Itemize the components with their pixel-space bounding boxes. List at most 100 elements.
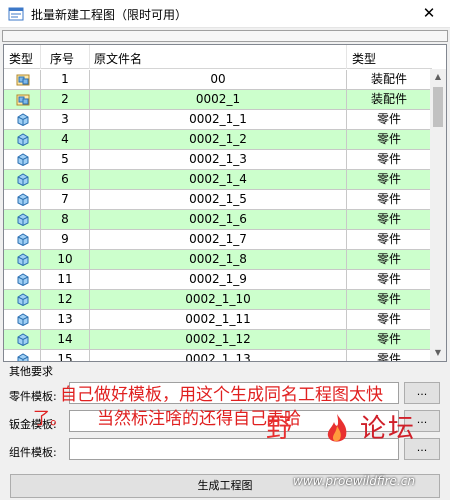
watermark-url: www.proewildfire.cn xyxy=(293,474,415,488)
row-type: 零件 xyxy=(376,312,401,326)
row-filename: 0002_1_4 xyxy=(189,172,247,186)
table-row[interactable]: 1 00 装配件 xyxy=(4,70,432,90)
part-icon xyxy=(17,153,29,166)
row-type: 零件 xyxy=(376,352,401,362)
table-row[interactable]: 5 0002_1_3 零件 xyxy=(4,150,432,170)
part-template-browse-button[interactable]: ... xyxy=(404,382,440,404)
scroll-up-icon[interactable]: ▲ xyxy=(430,69,446,85)
row-index: 13 xyxy=(57,312,73,326)
row-type-cell xyxy=(4,210,40,229)
part-icon xyxy=(17,313,29,326)
table-row[interactable]: 11 0002_1_9 零件 xyxy=(4,270,432,290)
row-index: 8 xyxy=(61,212,69,226)
row-index: 9 xyxy=(61,232,69,246)
assembly-icon xyxy=(16,74,30,86)
table-row[interactable]: 6 0002_1_4 零件 xyxy=(4,170,432,190)
annotation-line-2a: 了。 xyxy=(33,409,67,429)
row-index: 7 xyxy=(61,192,69,206)
vertical-scrollbar[interactable]: ▲ ▼ xyxy=(430,69,446,361)
row-type-cell xyxy=(4,90,40,109)
group-title: 其他要求 xyxy=(9,365,53,378)
close-button[interactable]: ✕ xyxy=(408,0,450,28)
table-body: 1 00 装配件 2 0002_1 装配件 3 0002_1_1 零件 4 0002_1_2 零件 5 0… xyxy=(4,70,432,362)
row-type-cell xyxy=(4,170,40,189)
row-type: 零件 xyxy=(376,152,401,166)
component-template-label: 组件模板: xyxy=(9,446,57,459)
row-type-cell xyxy=(4,190,40,209)
row-filename: 0002_1_3 xyxy=(189,152,247,166)
col-header-index[interactable]: 序号 xyxy=(50,50,74,67)
part-icon xyxy=(17,233,29,246)
row-type-cell xyxy=(4,130,40,149)
row-filename: 0002_1_11 xyxy=(185,312,251,326)
watermark-text-left: 野 xyxy=(266,414,295,444)
row-index: 1 xyxy=(61,72,69,86)
table-row[interactable]: 3 0002_1_1 零件 xyxy=(4,110,432,130)
assembly-icon xyxy=(16,94,30,106)
row-type-cell xyxy=(4,350,40,361)
part-template-label: 零件模板: xyxy=(9,390,57,403)
row-type-cell xyxy=(4,110,40,129)
row-type-cell xyxy=(4,230,40,249)
part-icon xyxy=(17,133,29,146)
col-header-type[interactable]: 类型 xyxy=(352,50,376,67)
row-index: 3 xyxy=(61,112,69,126)
row-index: 6 xyxy=(61,172,69,186)
scroll-thumb[interactable] xyxy=(433,87,443,127)
table-row[interactable]: 10 0002_1_8 零件 xyxy=(4,250,432,270)
row-type: 装配件 xyxy=(370,92,407,106)
table-row[interactable]: 15 0002_1_13 零件 xyxy=(4,350,432,362)
row-type: 零件 xyxy=(376,132,401,146)
row-type: 零件 xyxy=(376,212,401,226)
part-icon xyxy=(17,113,29,126)
row-type: 零件 xyxy=(376,272,401,286)
table-row[interactable]: 2 0002_1 装配件 xyxy=(4,90,432,110)
table-row[interactable]: 9 0002_1_7 零件 xyxy=(4,230,432,250)
title-bar: 批量新建工程图（限时可用） ✕ xyxy=(0,0,450,28)
row-filename: 0002_1_1 xyxy=(189,112,247,126)
row-type-cell xyxy=(4,250,40,269)
part-icon xyxy=(17,253,29,266)
app-icon xyxy=(8,7,24,21)
row-type-cell xyxy=(4,330,40,349)
table-row[interactable]: 14 0002_1_12 零件 xyxy=(4,330,432,350)
window-title: 批量新建工程图（限时可用） xyxy=(31,8,188,22)
row-index: 5 xyxy=(61,152,69,166)
row-type: 零件 xyxy=(376,192,401,206)
row-filename: 0002_1_8 xyxy=(189,252,247,266)
scroll-down-icon[interactable]: ▼ xyxy=(430,345,446,361)
row-filename: 00 xyxy=(210,72,226,86)
row-type: 零件 xyxy=(376,252,401,266)
table-row[interactable]: 12 0002_1_10 零件 xyxy=(4,290,432,310)
file-table: 类型 序号 原文件名 类型 1 00 装配件 2 0002_1 装配件 3 0002_1_1 零… xyxy=(3,44,447,362)
annotation-line-1: 自己做好模板，用这个生成同名工程图太快 xyxy=(60,385,383,405)
row-type-cell xyxy=(4,150,40,169)
row-type: 零件 xyxy=(376,172,401,186)
part-icon xyxy=(17,193,29,206)
table-header: 类型 序号 原文件名 类型 xyxy=(4,45,432,69)
row-type-cell xyxy=(4,310,40,329)
part-icon xyxy=(17,213,29,226)
toolbar-strip xyxy=(2,30,448,42)
row-filename: 0002_1_5 xyxy=(189,192,247,206)
row-filename: 0002_1_10 xyxy=(185,292,251,306)
part-icon xyxy=(17,273,29,286)
watermark-text-right: 论坛 xyxy=(360,414,417,444)
col-header-icon-type[interactable]: 类型 xyxy=(9,50,33,67)
part-icon xyxy=(17,173,29,186)
row-type-cell xyxy=(4,290,40,309)
table-row[interactable]: 8 0002_1_6 零件 xyxy=(4,210,432,230)
table-row[interactable]: 13 0002_1_11 零件 xyxy=(4,310,432,330)
row-filename: 0002_1_13 xyxy=(185,352,251,362)
row-type: 装配件 xyxy=(370,72,407,86)
col-header-filename[interactable]: 原文件名 xyxy=(94,50,142,67)
row-filename: 0002_1_12 xyxy=(185,332,251,346)
row-type-cell xyxy=(4,270,40,289)
table-row[interactable]: 7 0002_1_5 零件 xyxy=(4,190,432,210)
row-index: 10 xyxy=(57,252,73,266)
row-filename: 0002_1_6 xyxy=(189,212,247,226)
table-row[interactable]: 4 0002_1_2 零件 xyxy=(4,130,432,150)
row-filename: 0002_1_9 xyxy=(189,272,247,286)
row-index: 12 xyxy=(57,292,73,306)
row-filename: 0002_1_7 xyxy=(189,232,247,246)
